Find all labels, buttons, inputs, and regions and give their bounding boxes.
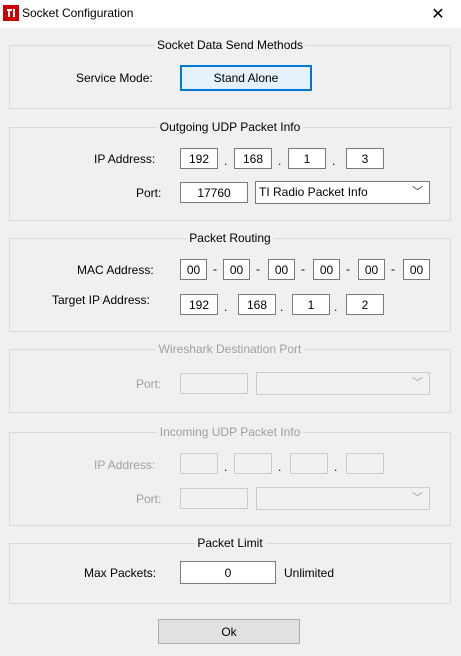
max-packets-input[interactable]: 0	[180, 561, 276, 584]
outgoing-udp-group: Outgoing UDP Packet Info IP Address: 192…	[9, 120, 451, 221]
incoming-port-type-select[interactable]: ﹀	[256, 487, 430, 510]
wireshark-port-type-select[interactable]: ﹀	[256, 372, 430, 395]
ip-dot: .	[224, 154, 228, 168]
service-mode-label: Service Mode:	[76, 71, 153, 85]
outgoing-ip-octet-1[interactable]: 192	[180, 148, 218, 169]
outgoing-ip-octet-2[interactable]: 168	[234, 148, 272, 169]
ip-dot: .	[334, 300, 338, 314]
target-ip-octet-3[interactable]: 1	[292, 294, 330, 315]
ip-dot: .	[280, 300, 284, 314]
window-title: Socket Configuration	[22, 6, 134, 20]
ip-dot: .	[332, 154, 336, 168]
wireshark-port-input[interactable]	[180, 373, 248, 394]
mac-octet-5[interactable]: 00	[358, 259, 385, 280]
packet-routing-title: Packet Routing	[10, 231, 450, 245]
target-ip-octet-4[interactable]: 2	[346, 294, 384, 315]
outgoing-ip-label: IP Address:	[94, 152, 156, 166]
title-bar: Socket Configuration ✕	[0, 0, 461, 28]
mac-dash: -	[391, 262, 395, 276]
wireshark-title: Wireshark Destination Port	[10, 342, 450, 356]
wireshark-port-label: Port:	[136, 377, 162, 391]
outgoing-port-type-select[interactable]: TI Radio Packet Info ﹀	[255, 181, 430, 204]
chevron-down-icon: ﹀	[412, 186, 423, 198]
target-ip-label: Target IP Address:	[52, 293, 150, 307]
target-ip-octet-2[interactable]: 168	[238, 294, 276, 315]
incoming-ip-octet-3[interactable]	[290, 453, 328, 474]
mac-dash: -	[256, 262, 260, 276]
target-ip-octet-1[interactable]: 192	[180, 294, 218, 315]
mac-octet-6[interactable]: 00	[403, 259, 430, 280]
incoming-ip-octet-2[interactable]	[234, 453, 272, 474]
incoming-port-input[interactable]	[180, 488, 248, 509]
ok-button[interactable]: Ok	[158, 619, 300, 644]
close-icon: ✕	[431, 6, 445, 23]
incoming-ip-octet-4[interactable]	[346, 453, 384, 474]
packet-limit-group: Packet Limit Max Packets: 0 Unlimited	[9, 536, 451, 604]
mac-dash: -	[301, 262, 305, 276]
mac-octet-2[interactable]: 00	[223, 259, 250, 280]
mac-octet-4[interactable]: 00	[313, 259, 340, 280]
ip-dot: .	[334, 460, 338, 474]
chevron-down-icon: ﹀	[412, 377, 423, 389]
mac-dash: -	[346, 262, 350, 276]
packet-routing-group: Packet Routing MAC Address: 00 - 00 - 00…	[9, 231, 451, 332]
incoming-ip-label: IP Address:	[94, 458, 156, 472]
max-packets-label: Max Packets:	[84, 566, 157, 580]
send-methods-title: Socket Data Send Methods	[10, 38, 450, 52]
outgoing-port-input[interactable]: 17760	[180, 182, 248, 203]
chevron-down-icon: ﹀	[412, 492, 423, 504]
incoming-udp-group: Incoming UDP Packet Info IP Address: . .…	[9, 425, 451, 526]
ip-dot: .	[278, 154, 282, 168]
mac-octet-1[interactable]: 00	[180, 259, 207, 280]
unlimited-label: Unlimited	[284, 566, 335, 580]
ip-dot: .	[278, 460, 282, 474]
send-methods-group: Socket Data Send Methods Service Mode: S…	[9, 38, 451, 109]
packet-limit-title: Packet Limit	[10, 536, 450, 550]
mac-dash: -	[213, 262, 217, 276]
mac-address-label: MAC Address:	[77, 263, 154, 277]
mac-octet-3[interactable]: 00	[268, 259, 295, 280]
outgoing-port-type-value: TI Radio Packet Info	[259, 185, 368, 199]
outgoing-ip-octet-4[interactable]: 3	[346, 148, 384, 169]
incoming-udp-title: Incoming UDP Packet Info	[10, 425, 450, 439]
wireshark-group: Wireshark Destination Port Port: ﹀	[9, 342, 451, 413]
ip-dot: .	[224, 300, 228, 314]
close-button[interactable]: ✕	[415, 0, 461, 28]
outgoing-port-label: Port:	[136, 186, 162, 200]
stand-alone-button[interactable]: Stand Alone	[180, 65, 312, 91]
outgoing-udp-title: Outgoing UDP Packet Info	[10, 120, 450, 134]
ti-logo-icon	[3, 5, 19, 21]
ip-dot: .	[224, 460, 228, 474]
incoming-ip-octet-1[interactable]	[180, 453, 218, 474]
incoming-port-label: Port:	[136, 492, 162, 506]
outgoing-ip-octet-3[interactable]: 1	[288, 148, 326, 169]
